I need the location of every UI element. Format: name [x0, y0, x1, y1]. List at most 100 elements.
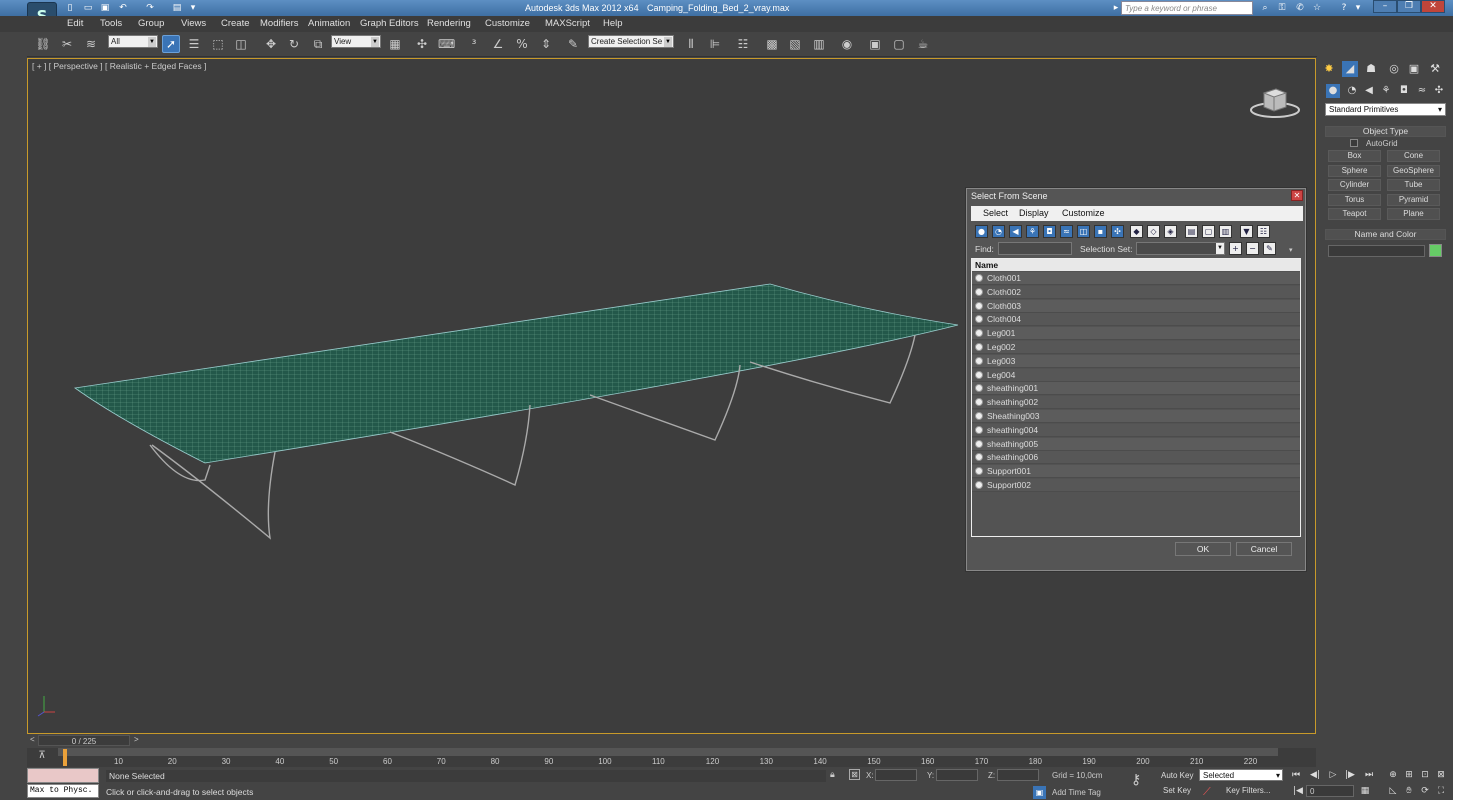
time-slider[interactable]	[27, 735, 1316, 747]
list-item[interactable]: Leg004	[972, 368, 1300, 382]
list-item[interactable]: Leg001	[972, 327, 1300, 341]
unlink-icon[interactable]: ✂	[58, 35, 76, 53]
absolute-mode-icon[interactable]: ⊠	[849, 769, 860, 780]
object-name-input[interactable]	[1328, 245, 1425, 257]
column-header-name[interactable]: Name	[972, 259, 1300, 271]
name-color-rollout[interactable]: Name and Color	[1325, 229, 1446, 240]
menu-edit[interactable]: Edit	[67, 18, 83, 29]
goto-start-icon[interactable]: ⏮	[1289, 768, 1303, 782]
time-tag-icon[interactable]: ▣	[1033, 786, 1046, 799]
prev-key-icon[interactable]: ◀|	[1308, 768, 1322, 782]
new-file-icon[interactable]: ▯	[64, 2, 76, 14]
add-time-tag[interactable]: Add Time Tag	[1052, 788, 1101, 797]
mini-curve-editor-icon[interactable]: ⊼	[34, 750, 50, 763]
helpers-icon[interactable]: ◘	[1397, 84, 1411, 98]
cylinder-button[interactable]: Cylinder	[1328, 179, 1381, 191]
object-color-swatch[interactable]	[1429, 244, 1442, 257]
layer-manager-icon[interactable]: ☷	[734, 35, 752, 53]
chevron-down-icon[interactable]: ▾	[187, 2, 199, 14]
list-item[interactable]: Support002	[972, 479, 1300, 492]
geometry-icon[interactable]: ●	[1326, 84, 1340, 98]
dialog-menu-customize[interactable]: Customize	[1062, 208, 1105, 218]
shapes-icon[interactable]: ◔	[1345, 84, 1359, 98]
select-none-icon[interactable]: ▢	[1202, 225, 1215, 238]
display-cameras-icon[interactable]: ⚘	[1026, 225, 1039, 238]
goto-end-icon[interactable]: ⏭	[1362, 768, 1376, 782]
schematic-view-icon[interactable]: ▥	[810, 35, 828, 53]
hierarchy-tab-icon[interactable]: ☗	[1363, 61, 1379, 77]
viewcube-icon[interactable]	[1250, 85, 1300, 119]
material-editor-icon[interactable]: ◉	[838, 35, 856, 53]
geosphere-button[interactable]: GeoSphere	[1387, 165, 1440, 177]
named-selection-dropdown[interactable]: Create Selection Se ▼	[588, 35, 674, 48]
object-type-rollout[interactable]: Object Type	[1325, 126, 1446, 137]
scale-icon[interactable]: ⧉	[309, 35, 327, 53]
next-key-icon[interactable]: |▶	[1343, 768, 1357, 782]
cone-button[interactable]: Cone	[1387, 150, 1440, 162]
viewport-label[interactable]: [ + ] [ Perspective ] [ Realistic + Edge…	[32, 61, 206, 71]
ref-coord-dropdown[interactable]: View ▼	[331, 35, 381, 48]
tube-button[interactable]: Tube	[1387, 179, 1440, 191]
auto-key-button[interactable]: Auto Key	[1161, 771, 1193, 780]
close-button[interactable]: ✕	[1421, 0, 1445, 13]
torus-button[interactable]: Torus	[1328, 194, 1381, 206]
bind-spacewarp-icon[interactable]: ≋	[82, 35, 100, 53]
zoom-extents-icon[interactable]: ⊡	[1418, 768, 1432, 782]
save-icon[interactable]: ▣	[99, 2, 111, 14]
display-bones-icon[interactable]: ✣	[1111, 225, 1124, 238]
rotate-icon[interactable]: ↻	[285, 35, 303, 53]
spacewarps-icon[interactable]: ≈	[1415, 84, 1429, 98]
menu-animation[interactable]: Animation	[308, 18, 350, 29]
key-mode-dropdown[interactable]: Selected ▾	[1199, 769, 1283, 781]
pyramid-button[interactable]: Pyramid	[1387, 194, 1440, 206]
pan-icon[interactable]: ✋︎	[1402, 784, 1416, 798]
render-setup-icon[interactable]: ▣	[866, 35, 884, 53]
dialog-menu-select[interactable]: Select	[983, 208, 1008, 218]
list-item[interactable]: sheathing002	[972, 396, 1300, 410]
favorites-star-icon[interactable]: ☆	[1311, 2, 1323, 14]
plane-button[interactable]: Plane	[1387, 208, 1440, 220]
menu-graph-editors[interactable]: Graph Editors	[360, 18, 419, 29]
list-item[interactable]: sheathing005	[972, 437, 1300, 451]
menu-modifiers[interactable]: Modifiers	[260, 18, 299, 29]
angle-snap-icon[interactable]: ∠	[489, 35, 507, 53]
select-invert-icon[interactable]: ▥	[1219, 225, 1232, 238]
list-item[interactable]: Cloth004	[972, 313, 1300, 327]
remove-selset-icon[interactable]: −	[1246, 242, 1259, 255]
menu-customize[interactable]: Customize	[485, 18, 530, 29]
key-mode-icon[interactable]: |◀	[1291, 784, 1305, 798]
fov-icon[interactable]: ◺	[1386, 784, 1400, 798]
render-teapot-icon[interactable]: ☕	[914, 35, 932, 53]
dialog-menu-display[interactable]: Display	[1019, 208, 1049, 218]
selection-filter-dropdown[interactable]: All ▼	[108, 35, 158, 48]
link-icon[interactable]: ⛓	[34, 35, 52, 53]
maximize-viewport-icon[interactable]: ⛶	[1434, 784, 1448, 798]
y-coord-input[interactable]	[936, 769, 978, 781]
time-config-icon[interactable]: ▦	[1358, 784, 1372, 798]
sphere-button[interactable]: Sphere	[1328, 165, 1381, 177]
selection-set-dropdown[interactable]	[1136, 242, 1225, 255]
snap-3-icon[interactable]: ³	[465, 35, 483, 53]
prev-frame-icon[interactable]: <	[30, 735, 35, 744]
set-key-button[interactable]: Set Key	[1163, 786, 1191, 795]
key-mode-toggle-icon[interactable]: ⟋	[1203, 785, 1211, 799]
keyboard-shortcut-icon[interactable]: ⌨	[437, 35, 455, 53]
mirror-icon[interactable]: ⫴	[682, 35, 700, 53]
time-slider-thumb[interactable]: 0 / 225	[38, 735, 130, 746]
chevron-down-icon[interactable]: ▾	[1352, 2, 1364, 14]
open-file-icon[interactable]: ▭	[82, 2, 94, 14]
maximize-button[interactable]: ❐	[1397, 0, 1421, 13]
z-coord-input[interactable]	[997, 769, 1039, 781]
create-tab-icon[interactable]: ✸	[1321, 61, 1337, 77]
menu-create[interactable]: Create	[221, 18, 250, 29]
redo-icon[interactable]: ↷	[144, 2, 156, 14]
edit-named-sel-icon[interactable]: ✎	[564, 35, 582, 53]
key-icon[interactable]: ⚷	[1131, 772, 1141, 788]
box-button[interactable]: Box	[1328, 150, 1381, 162]
graphite-tools-icon[interactable]: ▩	[763, 35, 781, 53]
display-none-icon[interactable]: ◇	[1147, 225, 1160, 238]
teapot-button[interactable]: Teapot	[1328, 208, 1381, 220]
maxscript-listener-input[interactable]: Max to Physc.	[27, 784, 99, 798]
display-all-icon[interactable]: ◆	[1130, 225, 1143, 238]
display-lights-icon[interactable]: ◀	[1009, 225, 1022, 238]
